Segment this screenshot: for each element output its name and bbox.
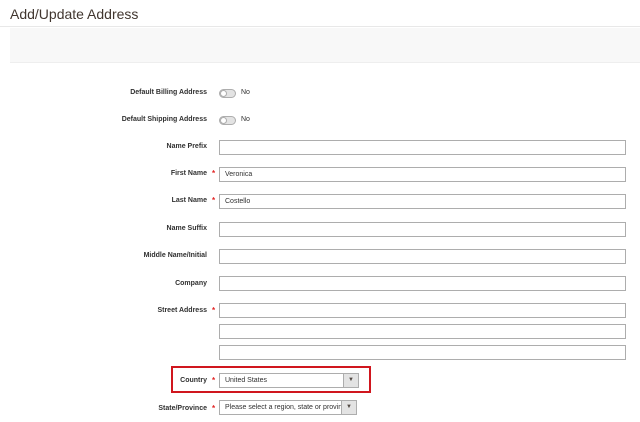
country-select[interactable]: United States ▼ — [219, 373, 359, 388]
state-label: State/Province — [158, 405, 207, 412]
street-address-line-1-input[interactable] — [219, 303, 626, 318]
chevron-down-icon: ▼ — [343, 374, 358, 387]
name-suffix-input[interactable] — [219, 222, 626, 237]
default-billing-value: No — [241, 89, 250, 96]
required-marker: * — [212, 169, 216, 178]
country-selected-value: United States — [225, 377, 268, 384]
street-address-label: Street Address — [157, 307, 207, 314]
page-title: Add/Update Address — [10, 6, 139, 22]
default-shipping-toggle[interactable] — [219, 116, 236, 125]
state-selected-value: Please select a region, state or provinc… — [225, 404, 352, 411]
default-billing-toggle[interactable] — [219, 89, 236, 98]
name-suffix-label: Name Suffix — [166, 225, 207, 232]
required-marker: * — [212, 404, 216, 413]
page-actions-bar — [10, 28, 640, 63]
last-name-input[interactable]: Costello — [219, 194, 626, 209]
middle-name-input[interactable] — [219, 249, 626, 264]
state-select[interactable]: Please select a region, state or provinc… — [219, 400, 357, 415]
default-shipping-value: No — [241, 116, 250, 123]
required-marker: * — [212, 376, 216, 385]
toggle-knob — [220, 117, 227, 124]
required-marker: * — [212, 196, 216, 205]
default-shipping-label: Default Shipping Address — [121, 116, 207, 123]
chevron-down-icon: ▼ — [341, 401, 356, 414]
name-prefix-label: Name Prefix — [166, 143, 207, 150]
name-prefix-input[interactable] — [219, 140, 626, 155]
toggle-knob — [220, 90, 227, 97]
first-name-input[interactable]: Veronica — [219, 167, 626, 182]
street-address-line-2-input[interactable] — [219, 324, 626, 339]
company-label: Company — [175, 280, 207, 287]
required-marker: * — [212, 306, 216, 315]
last-name-label: Last Name — [171, 197, 207, 204]
street-address-line-3-input[interactable] — [219, 345, 626, 360]
middle-name-label: Middle Name/Initial — [143, 252, 207, 259]
company-input[interactable] — [219, 276, 626, 291]
default-billing-label: Default Billing Address — [130, 89, 207, 96]
country-label: Country — [180, 377, 207, 384]
title-divider — [0, 26, 640, 27]
first-name-label: First Name — [170, 170, 207, 177]
